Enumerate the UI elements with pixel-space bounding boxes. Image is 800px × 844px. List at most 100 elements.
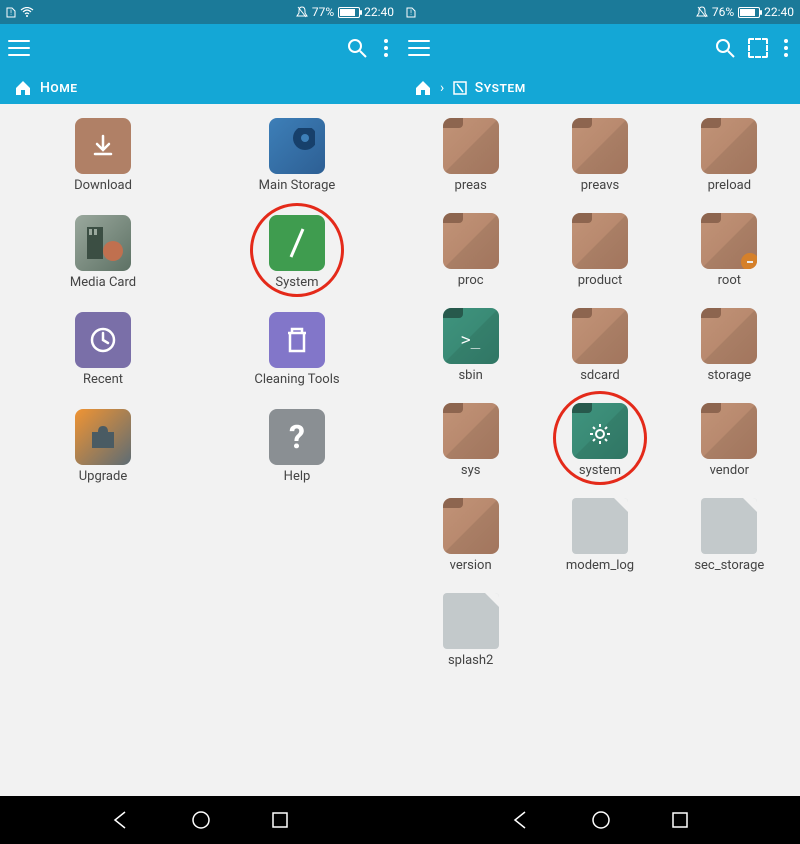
grid-item-media-card[interactable]: Media Card — [48, 215, 158, 290]
item-label: Upgrade — [79, 469, 127, 484]
search-icon[interactable] — [714, 37, 736, 59]
sim-icon: ! — [406, 6, 416, 18]
folder-icon — [572, 118, 628, 174]
folder-icon — [443, 403, 499, 459]
grid-item-preas[interactable]: preas — [416, 118, 526, 193]
menu-icon[interactable] — [8, 40, 30, 56]
file-icon — [701, 498, 757, 554]
chevron-right-icon: › — [440, 80, 445, 96]
item-label: Help — [284, 469, 311, 484]
grid-item-storage[interactable]: storage — [674, 308, 784, 383]
grid-item-proc[interactable]: proc — [416, 213, 526, 288]
folder-icon: >_ — [443, 308, 499, 364]
recents-icon[interactable] — [671, 811, 689, 829]
clock-icon — [75, 312, 131, 368]
mainstorage-icon — [269, 118, 325, 174]
file-icon — [572, 498, 628, 554]
grid-item-sys[interactable]: sys — [416, 403, 526, 478]
folder-icon — [701, 118, 757, 174]
item-label: root — [718, 273, 741, 288]
grid-item-product[interactable]: product — [545, 213, 655, 288]
overflow-icon[interactable] — [380, 35, 392, 61]
mute-icon — [696, 6, 708, 18]
android-navbar — [0, 796, 800, 844]
select-icon[interactable] — [748, 38, 768, 58]
item-label: Media Card — [70, 275, 136, 290]
back-icon[interactable] — [111, 810, 131, 830]
grid-item-cleaning-tools[interactable]: Cleaning Tools — [242, 312, 352, 387]
item-label: Download — [74, 178, 132, 193]
home-icon[interactable] — [414, 80, 432, 96]
breadcrumb[interactable]: › System — [400, 72, 800, 104]
grid-item-modem_log[interactable]: modem_log — [545, 498, 655, 573]
grid-item-preload[interactable]: preload — [674, 118, 784, 193]
item-label: preavs — [581, 178, 619, 193]
item-label: System — [275, 275, 318, 290]
grid-item-preavs[interactable]: preavs — [545, 118, 655, 193]
battery-pct: 76% — [712, 5, 734, 19]
item-label: product — [578, 273, 623, 288]
home-nav-icon[interactable] — [591, 810, 611, 830]
puzzle-icon — [75, 409, 131, 465]
grid-item-sdcard[interactable]: sdcard — [545, 308, 655, 383]
grid-item-splash2[interactable]: splash2 — [416, 593, 526, 668]
overflow-icon[interactable] — [780, 35, 792, 61]
folder-icon — [701, 403, 757, 459]
battery-pct: 77% — [312, 5, 334, 19]
back-icon[interactable] — [511, 810, 531, 830]
sim-icon: ! — [6, 6, 16, 18]
left-phone: ! 77% 22:40 — [0, 0, 400, 796]
item-label: sys — [461, 463, 481, 478]
wifi-icon — [20, 7, 34, 17]
grid-item-version[interactable]: version — [416, 498, 526, 573]
clock-time: 22:40 — [764, 5, 794, 19]
file-icon — [443, 593, 499, 649]
grid-item-recent[interactable]: Recent — [48, 312, 158, 387]
toolbar — [400, 24, 800, 72]
breadcrumb-home: Home — [40, 80, 78, 96]
item-label: preas — [455, 178, 487, 193]
grid-item-vendor[interactable]: vendor — [674, 403, 784, 478]
status-bar: ! 76% 22:40 — [400, 0, 800, 24]
item-label: sec_storage — [694, 558, 764, 573]
home-icon — [14, 80, 32, 96]
question-icon: ? — [269, 409, 325, 465]
item-label: system — [579, 463, 621, 478]
item-label: proc — [458, 273, 484, 288]
item-label: Recent — [83, 372, 123, 387]
folder-icon — [701, 213, 757, 269]
item-label: Main Storage — [259, 178, 336, 193]
item-label: splash2 — [448, 653, 493, 668]
breadcrumb[interactable]: Home — [0, 72, 400, 104]
grid-item-help[interactable]: ? Help — [242, 409, 352, 484]
folder-icon — [572, 403, 628, 459]
svg-text:!: ! — [10, 9, 12, 17]
grid-item-system[interactable]: system — [545, 403, 655, 478]
grid-item-main-storage[interactable]: Main Storage — [242, 118, 352, 193]
grid-item-root[interactable]: root — [674, 213, 784, 288]
recents-icon[interactable] — [271, 811, 289, 829]
folder-icon — [443, 498, 499, 554]
mediacard-icon — [75, 215, 131, 271]
item-label: vendor — [710, 463, 749, 478]
item-label: modem_log — [566, 558, 634, 573]
mute-icon — [296, 6, 308, 18]
slash-icon — [269, 215, 325, 271]
item-label: version — [450, 558, 492, 573]
grid-item-sec_storage[interactable]: sec_storage — [674, 498, 784, 573]
toolbar — [0, 24, 400, 72]
grid-item-sbin[interactable]: >_sbin — [416, 308, 526, 383]
item-label: Cleaning Tools — [254, 372, 339, 387]
right-phone: ! 76% 22:40 — [400, 0, 800, 796]
menu-icon[interactable] — [408, 40, 430, 56]
folder-icon — [572, 308, 628, 364]
grid-item-system[interactable]: System — [242, 215, 352, 290]
battery-icon — [738, 7, 760, 18]
grid-item-download[interactable]: Download — [48, 118, 158, 193]
folder-icon — [443, 213, 499, 269]
clock-time: 22:40 — [364, 5, 394, 19]
home-nav-icon[interactable] — [191, 810, 211, 830]
folder-icon — [443, 118, 499, 174]
search-icon[interactable] — [346, 37, 368, 59]
grid-item-upgrade[interactable]: Upgrade — [48, 409, 158, 484]
